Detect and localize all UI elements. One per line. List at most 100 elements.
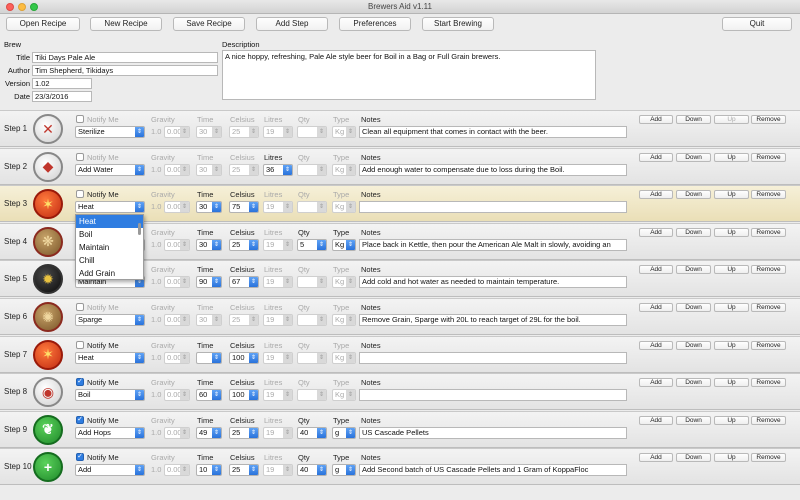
step-action-select[interactable]: Sterilize ⇕	[75, 126, 145, 138]
add-step-row-button[interactable]: Add	[639, 265, 673, 275]
zoom-window-button[interactable]	[30, 3, 38, 11]
remove-step-button[interactable]: Remove	[751, 115, 786, 124]
move-down-button[interactable]: Down	[676, 227, 711, 237]
move-up-button[interactable]: Up	[714, 115, 749, 124]
notes-field[interactable]: Add Second batch of US Cascade Pellets a…	[359, 464, 627, 477]
step-action-dropdown-menu[interactable]: Heat Boil Maintain Chill Add Grain	[75, 214, 144, 280]
notify-me-checkbox[interactable]: ✓	[76, 453, 84, 462]
time-select[interactable]: ⇕	[196, 351, 222, 364]
dropdown-option[interactable]: Heat	[76, 215, 143, 228]
litres-select[interactable]: 19 ⇕	[263, 351, 293, 364]
new-recipe-button[interactable]: New Recipe	[90, 17, 162, 31]
gravity-select[interactable]: 0.00 ⇕	[164, 276, 190, 289]
notify-me-checkbox[interactable]: ✓	[76, 415, 84, 424]
type-select[interactable]: g ⇕	[332, 426, 356, 439]
celsius-select[interactable]: 25 ⇕	[229, 464, 259, 477]
step-action-select[interactable]: Sparge ⇕	[75, 314, 145, 326]
type-select[interactable]: g ⇕	[332, 464, 356, 477]
time-select[interactable]: 49 ⇕	[196, 426, 222, 439]
add-step-row-button[interactable]: Add	[639, 190, 673, 200]
gravity-select[interactable]: 0.00 ⇕	[164, 314, 190, 326]
qty-select[interactable]: ⇕	[297, 163, 327, 176]
qty-select[interactable]: ⇕	[297, 126, 327, 138]
remove-step-button[interactable]: Remove	[751, 415, 786, 425]
grain-icon[interactable]: ❋	[33, 226, 63, 257]
move-up-button[interactable]: Up	[714, 227, 749, 237]
add-step-row-button[interactable]: Add	[639, 115, 673, 124]
qty-select[interactable]: 40 ⇕	[297, 426, 327, 439]
type-select[interactable]: Kg ⇕	[332, 276, 356, 289]
add-step-row-button[interactable]: Add	[639, 227, 673, 237]
move-down-button[interactable]: Down	[676, 415, 711, 425]
minimize-window-button[interactable]	[18, 3, 26, 11]
add-step-row-button[interactable]: Add	[639, 378, 673, 388]
move-down-button[interactable]: Down	[676, 115, 711, 124]
gravity-select[interactable]: 0.00 ⇕	[164, 351, 190, 364]
notify-me-checkbox[interactable]	[76, 152, 84, 161]
preferences-button[interactable]: Preferences	[339, 17, 411, 31]
step-action-select[interactable]: Heat ⇕	[75, 201, 145, 214]
notify-me-checkbox[interactable]	[76, 190, 84, 199]
step-action-select[interactable]: Add Hops ⇕	[75, 426, 145, 439]
notes-field[interactable]: US Cascade Pellets	[359, 426, 627, 439]
add-icon[interactable]: +	[33, 452, 63, 483]
time-select[interactable]: 30 ⇕	[196, 238, 222, 251]
notes-field[interactable]: Clean all equipment that comes in contac…	[359, 126, 627, 138]
litres-select[interactable]: 19 ⇕	[263, 126, 293, 138]
celsius-select[interactable]: 100 ⇕	[229, 351, 259, 364]
type-select[interactable]: Kg ⇕	[332, 351, 356, 364]
gravity-select[interactable]: 0.00 ⇕	[164, 389, 190, 402]
remove-step-button[interactable]: Remove	[751, 453, 786, 463]
move-up-button[interactable]: Up	[714, 453, 749, 463]
add-step-row-button[interactable]: Add	[639, 152, 673, 162]
quit-button[interactable]: Quit	[722, 17, 792, 31]
date-field[interactable]: 23/3/2016	[32, 91, 92, 102]
step-action-select[interactable]: Boil ⇕	[75, 389, 145, 402]
time-select[interactable]: 30 ⇕	[196, 163, 222, 176]
qty-select[interactable]: ⇕	[297, 314, 327, 326]
add-step-button[interactable]: Add Step	[256, 17, 328, 31]
type-select[interactable]: Kg ⇕	[332, 201, 356, 214]
remove-step-button[interactable]: Remove	[751, 227, 786, 237]
move-up-button[interactable]: Up	[714, 152, 749, 162]
dropdown-option[interactable]: Boil	[76, 228, 143, 241]
remove-step-button[interactable]: Remove	[751, 190, 786, 200]
maintain-icon[interactable]: ✹	[33, 264, 63, 295]
gravity-select[interactable]: 0.00 ⇕	[164, 126, 190, 138]
gravity-select[interactable]: 0.00 ⇕	[164, 426, 190, 439]
litres-select[interactable]: 19 ⇕	[263, 276, 293, 289]
water-icon[interactable]: ◆	[33, 151, 63, 182]
move-up-button[interactable]: Up	[714, 303, 749, 312]
step-action-select[interactable]: Heat ⇕	[75, 351, 145, 364]
description-field[interactable]: A nice hoppy, refreshing, Pale Ale style…	[222, 50, 596, 100]
add-step-row-button[interactable]: Add	[639, 453, 673, 463]
notes-field[interactable]	[359, 389, 627, 402]
move-down-button[interactable]: Down	[676, 453, 711, 463]
time-select[interactable]: 90 ⇕	[196, 276, 222, 289]
type-select[interactable]: Kg ⇕	[332, 238, 356, 251]
litres-select[interactable]: 19 ⇕	[263, 314, 293, 326]
litres-select[interactable]: 19 ⇕	[263, 426, 293, 439]
celsius-select[interactable]: 67 ⇕	[229, 276, 259, 289]
notes-field[interactable]: Add cold and hot water as needed to main…	[359, 276, 627, 289]
add-step-row-button[interactable]: Add	[639, 340, 673, 350]
dropdown-option[interactable]: Chill	[76, 254, 143, 267]
notify-me-checkbox[interactable]	[76, 303, 84, 311]
gravity-select[interactable]: 0.00 ⇕	[164, 201, 190, 214]
sparge-icon[interactable]: ✺	[33, 302, 63, 332]
qty-select[interactable]: ⇕	[297, 389, 327, 402]
celsius-select[interactable]: 75 ⇕	[229, 201, 259, 214]
notes-field[interactable]: Place back in Kettle, then pour the Amer…	[359, 238, 627, 251]
celsius-select[interactable]: 25 ⇕	[229, 163, 259, 176]
move-up-button[interactable]: Up	[714, 378, 749, 388]
save-recipe-button[interactable]: Save Recipe	[173, 17, 245, 31]
move-down-button[interactable]: Down	[676, 303, 711, 312]
boil-icon[interactable]: ◉	[33, 377, 63, 408]
heat-icon[interactable]: ✶	[33, 189, 63, 220]
close-window-button[interactable]	[6, 3, 14, 11]
dropdown-option[interactable]: Add Grain	[76, 267, 143, 280]
time-select[interactable]: 30 ⇕	[196, 126, 222, 138]
open-recipe-button[interactable]: Open Recipe	[6, 17, 80, 31]
celsius-select[interactable]: 100 ⇕	[229, 389, 259, 402]
notify-me-checkbox[interactable]: ✓	[76, 378, 84, 387]
